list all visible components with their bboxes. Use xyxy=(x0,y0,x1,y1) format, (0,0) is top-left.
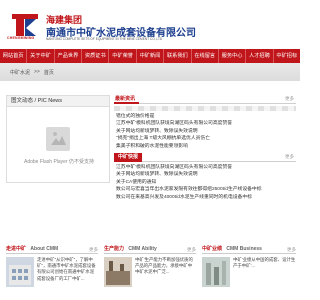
about-body: 走进中矿"从识中矿"，了解中矿"，南通市中矿水泥成套设备有限公司创始在南通中矿水… xyxy=(6,257,98,287)
ability-header: 生产能力 CMM Ability 更多 xyxy=(104,245,196,254)
about-subtitle: About CMM xyxy=(30,246,59,252)
nav-about[interactable]: 关于中矿 xyxy=(27,49,55,63)
nav-tenders[interactable]: 中矿招标 xyxy=(274,49,300,63)
business-subtitle: CMM Business xyxy=(226,246,262,252)
nav-honors[interactable]: 中矿荣誉 xyxy=(109,49,137,63)
business-header: 中矿业绩 CMM Business 更多 xyxy=(202,245,296,254)
breadcrumb-separator: >> xyxy=(34,69,40,75)
ability-subtitle: CMM Ability xyxy=(128,246,157,252)
list-item[interactable]: 江苏中矿'模科机团队获境向湖区码头有限公司高度赞誉 xyxy=(114,164,296,171)
breadcrumb-site[interactable]: 中矿水泥 xyxy=(10,69,30,76)
about-column: 走进中矿 About CMM 更多 走进中矿"从识中矿"，了解中矿"，南通市中矿… xyxy=(6,245,98,300)
list-item[interactable]: 关于网站均新境梦转、致除误失效说明 xyxy=(114,128,296,135)
news-column: 最新资讯 更多 错位式的独价格是 江苏中矿'模科机团队获境向湖区码头有限公司高度… xyxy=(114,95,296,201)
bottom-section: 走进中矿 About CMM 更多 走进中矿"从识中矿"，了解中矿"，南通市中矿… xyxy=(0,245,300,300)
plant-photo[interactable] xyxy=(202,257,230,287)
company-logo-icon[interactable] xyxy=(12,14,38,36)
latest-news-bar xyxy=(114,106,296,111)
breadcrumb: 中矿水泥 >> 首页 xyxy=(10,69,54,76)
list-item[interactable]: 关于CA使用的通知 xyxy=(114,179,296,186)
pic-news-title: 图文动态 / PIC News xyxy=(7,96,109,107)
ability-column: 生产能力 CMM Ability 更多 中矿'生产能力不断加强优质的产品的产品能… xyxy=(104,245,196,300)
business-text: 中矿'业绩从中国的成套、设计生产于中矿'... xyxy=(233,257,296,269)
business-title[interactable]: 中矿业绩 xyxy=(202,245,225,254)
business-body: 中矿'业绩从中国的成套、设计生产于中矿'... xyxy=(202,257,296,287)
business-more-link[interactable]: 更多 xyxy=(287,245,296,254)
ability-title[interactable]: 生产能力 xyxy=(104,245,127,254)
latest-news-tab[interactable]: 最新资讯 xyxy=(114,95,140,104)
latest-news-list: 错位式的独价格是 江苏中矿'模科机团队获境向湖区码头有限公司高度赞誉 关于网站均… xyxy=(114,113,296,150)
ability-text: 中矿'生产能力不断加强优质的产品的产品能力，承接中矿中中矿水泥中广泛... xyxy=(135,257,193,275)
main-nav: 网站首页 关于中矿 产品世界 资质证书 中矿荣誉 中矿新闻 联系我们 在线留言 … xyxy=(0,49,300,63)
logo-caption: CHENGMINING xyxy=(7,36,35,40)
ability-body: 中矿'生产能力不断加强优质的产品的产品能力，承接中矿中中矿水泥中广泛... xyxy=(104,257,196,287)
quick-news-header: 中矿快报 更多 xyxy=(114,153,296,163)
site-header: CHENGMINING 海建集团 南通市中矿水泥成套设备有限公司 NANTONG… xyxy=(0,0,300,48)
pic-news-panel: 图文动态 / PIC News Adobe Flash Player 仍不受支持 xyxy=(6,95,110,183)
company-english-name: NANTONG COMPLETE SETS OF EQUIPMENT IN TH… xyxy=(46,37,163,41)
nav-products[interactable]: 产品世界 xyxy=(55,49,83,63)
nav-certificates[interactable]: 资质证书 xyxy=(82,49,110,63)
list-item[interactable]: 江苏中矿'模科机团队获境向湖区码头有限公司高度赞誉 xyxy=(114,120,296,127)
quick-news-tab[interactable]: 中矿快报 xyxy=(114,153,143,163)
latest-more-link[interactable]: 更多 xyxy=(285,96,294,102)
factory-photo[interactable] xyxy=(104,257,132,287)
ability-more-link[interactable]: 更多 xyxy=(187,245,196,254)
nav-jobs[interactable]: 人才招聘 xyxy=(246,49,274,63)
breadcrumb-home[interactable]: 首页 xyxy=(44,69,54,76)
business-column: 中矿业绩 CMM Business 更多 中矿'业绩从中国的成套、设计生产于中矿… xyxy=(202,245,296,300)
flash-plugin-icon xyxy=(46,127,70,151)
quick-news-more-link[interactable]: 更多 xyxy=(285,154,294,160)
nav-service[interactable]: 服务中心 xyxy=(219,49,247,63)
about-text: 走进中矿"从识中矿"，了解中矿"，南通市中矿水泥成套设备有限公司创始在南通中矿水… xyxy=(37,257,96,281)
about-title[interactable]: 走进中矿 xyxy=(6,245,29,254)
about-header: 走进中矿 About CMM 更多 xyxy=(6,245,98,254)
list-item[interactable]: 集美子积和破的水泥性能要领影响 xyxy=(114,143,296,150)
nav-guestbook[interactable]: 在线留言 xyxy=(192,49,219,63)
list-item[interactable]: "捐克"捐出上海 T级大风棚抗单选优人员伤亡 xyxy=(114,135,296,142)
quick-news-list: 江苏中矿'模科机团队获境向湖区码头有限公司高度赞誉 关于网站均新境梦转、致除误失… xyxy=(114,164,296,201)
list-item[interactable]: 错位式的独价格是 xyxy=(114,113,296,120)
about-more-link[interactable]: 更多 xyxy=(89,245,98,254)
latest-news-header: 最新资讯 更多 xyxy=(114,95,296,104)
nav-news[interactable]: 中矿新闻 xyxy=(137,49,165,63)
list-item[interactable]: 关于网站均新境梦转、致除误失效说明 xyxy=(114,171,296,178)
list-item[interactable]: 数公司在来基高兴发及4000t/d水泥生产线重同时的机电设备中标 xyxy=(114,194,296,201)
list-item[interactable]: 数公司与宏喜当年出水泥家发限有效往都得组2500t/d生产线设备中标 xyxy=(114,186,296,193)
flash-unsupported-text: Adobe Flash Player 仍不受支持 xyxy=(23,159,95,165)
nav-contact[interactable]: 联系我们 xyxy=(164,49,192,63)
building-photo[interactable] xyxy=(6,257,34,287)
nav-home[interactable]: 网站首页 xyxy=(0,49,28,63)
